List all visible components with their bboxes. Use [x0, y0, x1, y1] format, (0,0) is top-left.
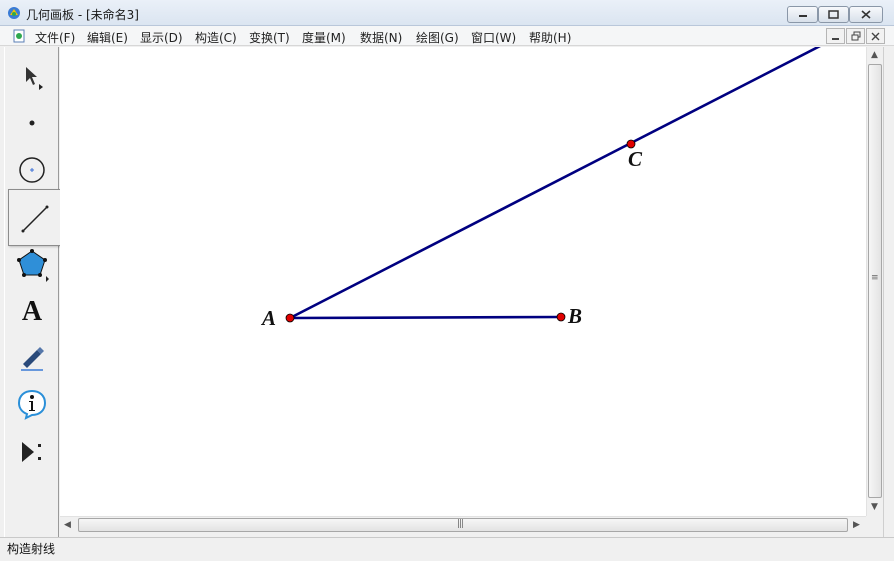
close-button[interactable] [849, 6, 883, 23]
minimize-icon [798, 14, 807, 17]
text-tool[interactable]: A [11, 292, 53, 332]
custom-tool-icon [22, 442, 41, 462]
geometry-drawing [285, 47, 822, 323]
menu-data[interactable]: 数据(N) [360, 29, 402, 46]
vertical-scrollbar[interactable]: ▲ ≡ ▼ [866, 47, 883, 516]
compass-circle-icon [19, 157, 45, 183]
scroll-down-icon[interactable]: ▼ [871, 502, 878, 512]
grip-icon: ≡ [871, 273, 878, 283]
label-c[interactable]: C [628, 147, 642, 172]
point-tool-icon [29, 120, 35, 126]
segment-ab[interactable] [289, 315, 562, 320]
document-icon[interactable] [12, 29, 26, 43]
text-tool-icon: A [21, 296, 43, 327]
scroll-left-icon[interactable]: ◀ [64, 520, 71, 530]
menu-edit[interactable]: 编辑(E) [87, 29, 128, 46]
doc-close-button[interactable] [866, 28, 885, 44]
compass-tool[interactable] [11, 150, 53, 190]
sketch-canvas[interactable]: A B C [60, 47, 866, 516]
arrow-select-icon [26, 67, 43, 90]
menu-display[interactable]: 显示(D) [140, 29, 183, 46]
horizontal-scroll-thumb[interactable]: ||| [78, 518, 848, 532]
minimize-icon [832, 37, 839, 40]
selection-arrow-tool[interactable] [11, 57, 53, 97]
status-text: 构造射线 [7, 542, 56, 556]
polygon-tool-icon [17, 249, 49, 282]
label-b[interactable]: B [568, 304, 582, 329]
point-tool[interactable] [11, 103, 53, 143]
tool-palette: A [4, 47, 59, 537]
horizontal-scrollbar[interactable]: ◀ ||| ▶ [60, 516, 866, 533]
title-bar: 几何画板 - [未命名3] [0, 0, 894, 26]
vertical-scroll-thumb[interactable]: ≡ [868, 64, 882, 498]
ray-ac[interactable] [289, 47, 822, 320]
menu-window[interactable]: 窗口(W) [471, 29, 516, 46]
scroll-up-icon[interactable]: ▲ [871, 50, 878, 60]
maximize-button[interactable] [818, 6, 849, 23]
scroll-corner [866, 516, 883, 533]
marker-tool[interactable] [11, 337, 53, 377]
minimize-button[interactable] [787, 6, 818, 23]
menu-construct[interactable]: 构造(C) [195, 29, 237, 46]
menu-file[interactable]: 文件(F) [35, 29, 75, 46]
grip-icon: ||| [457, 519, 464, 529]
marker-pen-icon [21, 347, 44, 371]
segment-tool-icon [21, 205, 49, 233]
scroll-right-icon[interactable]: ▶ [853, 520, 860, 530]
information-tool[interactable] [11, 384, 53, 424]
point-a[interactable] [285, 313, 295, 323]
polygon-tool[interactable] [11, 244, 53, 284]
custom-tool[interactable] [11, 432, 53, 472]
segment-tool[interactable] [12, 197, 58, 241]
status-bar: 构造射线 [0, 537, 894, 561]
close-icon [871, 32, 880, 40]
menu-graph[interactable]: 绘图(G) [416, 29, 459, 46]
menu-transform[interactable]: 变换(T) [249, 29, 290, 46]
restore-icon [828, 10, 839, 19]
information-icon [17, 389, 47, 420]
menu-help[interactable]: 帮助(H) [529, 29, 571, 46]
point-b[interactable] [556, 312, 566, 322]
app-logo-icon [8, 7, 20, 19]
menu-measure[interactable]: 度量(M) [302, 29, 346, 46]
window-title: 几何画板 - [未命名3] [26, 8, 139, 22]
restore-icon [851, 31, 860, 41]
window-right-edge [883, 47, 894, 537]
doc-restore-button[interactable] [846, 28, 865, 44]
doc-minimize-button[interactable] [826, 28, 845, 44]
close-icon [861, 10, 871, 19]
menu-bar: 文件(F) 编辑(E) 显示(D) 构造(C) 变换(T) 度量(M) 数据(N… [0, 26, 894, 46]
label-a[interactable]: A [262, 306, 276, 331]
